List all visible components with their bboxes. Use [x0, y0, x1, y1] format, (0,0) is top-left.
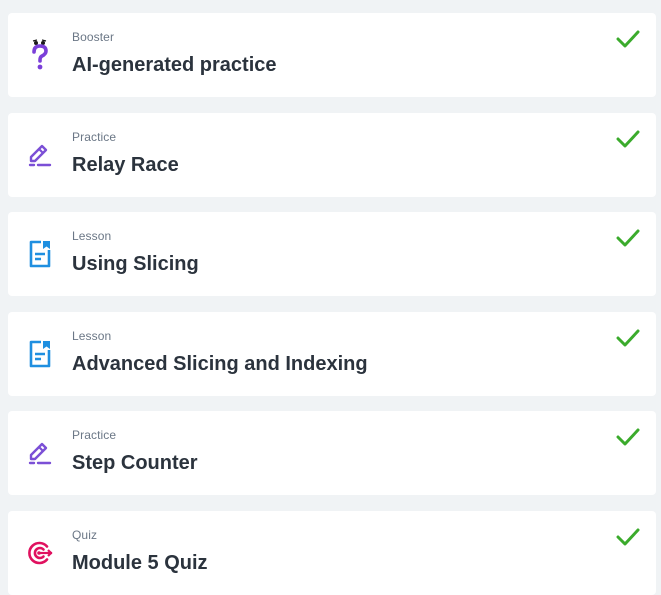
lesson-doc-icon: [26, 238, 54, 270]
checkmark-icon: [616, 427, 640, 447]
pencil-icon: [26, 139, 54, 171]
checkmark-icon: [616, 527, 640, 547]
pencil-icon: [26, 437, 54, 469]
item-title: Step Counter: [72, 452, 198, 474]
item-type-label: Lesson: [72, 329, 112, 343]
item-type-label: Lesson: [72, 229, 112, 243]
item-type-label: Quiz: [72, 528, 98, 542]
list-item-module-5-quiz[interactable]: Quiz Module 5 Quiz: [8, 511, 656, 595]
item-type-label: Booster: [72, 30, 115, 44]
list-item-advanced-slicing-and-indexing[interactable]: Lesson Advanced Slicing and Indexing: [8, 312, 656, 396]
question-bot-icon: [26, 39, 54, 71]
checkmark-icon: [616, 29, 640, 49]
item-type-label: Practice: [72, 428, 117, 442]
item-type-label: Practice: [72, 130, 117, 144]
item-title: Relay Race: [72, 154, 179, 176]
checkmark-icon: [616, 328, 640, 348]
list-item-ai-generated-practice[interactable]: Booster AI-generated practice: [8, 13, 656, 97]
target-icon: [26, 537, 54, 569]
list-item-relay-race[interactable]: Practice Relay Race: [8, 113, 656, 197]
module-item-list: Booster AI-generated practice Practice R…: [0, 0, 661, 595]
item-title: Using Slicing: [72, 253, 199, 275]
list-item-using-slicing[interactable]: Lesson Using Slicing: [8, 212, 656, 296]
checkmark-icon: [616, 129, 640, 149]
item-title: AI-generated practice: [72, 54, 277, 76]
lesson-doc-icon: [26, 338, 54, 370]
checkmark-icon: [616, 228, 640, 248]
item-title: Advanced Slicing and Indexing: [72, 353, 368, 375]
item-title: Module 5 Quiz: [72, 552, 208, 574]
list-item-step-counter[interactable]: Practice Step Counter: [8, 411, 656, 495]
